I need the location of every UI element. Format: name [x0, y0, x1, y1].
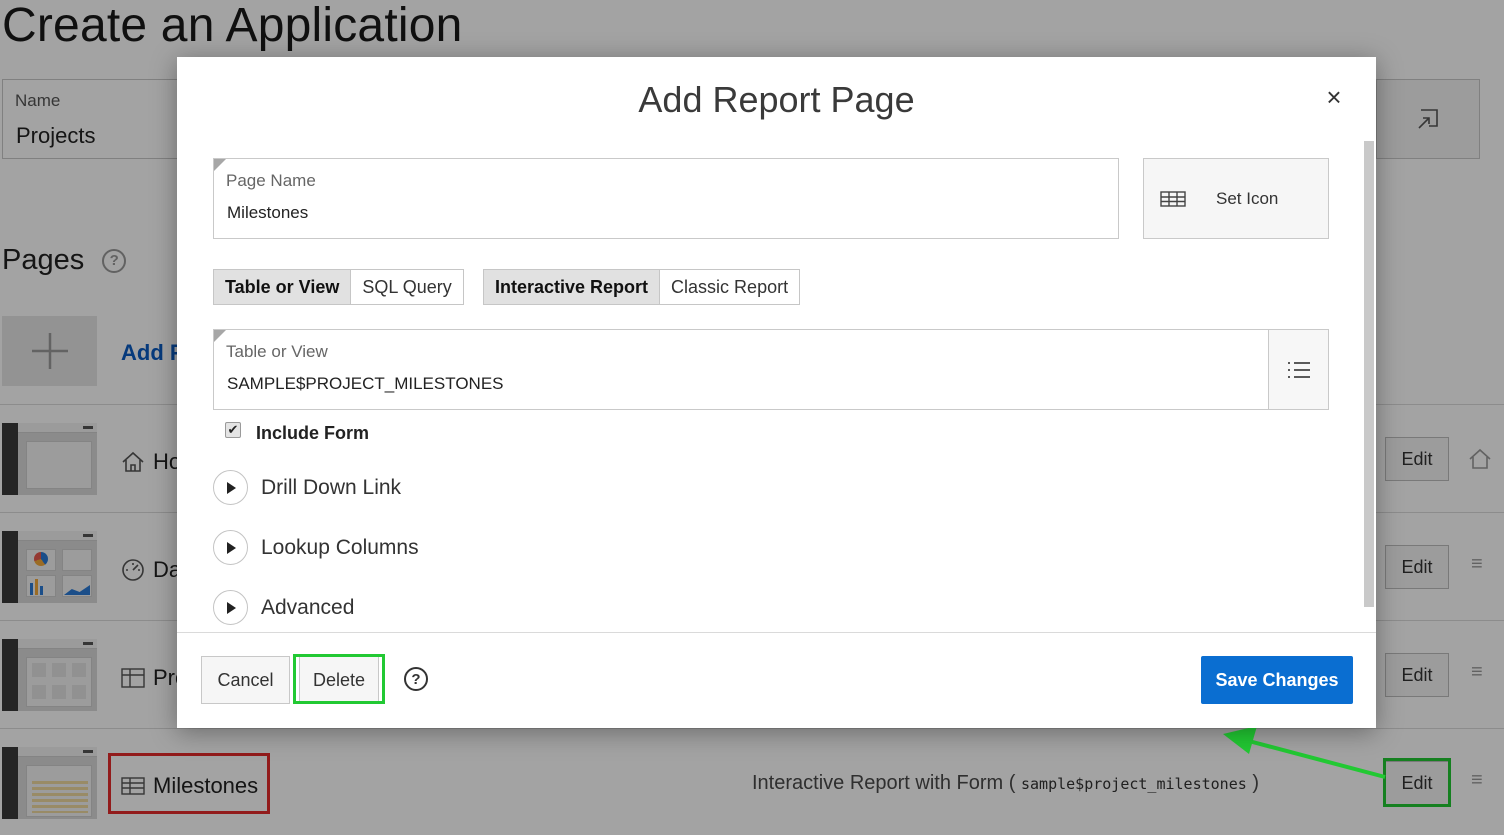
- table-or-view-input[interactable]: SAMPLE$PROJECT_MILESTONES: [227, 374, 504, 394]
- set-icon-button[interactable]: Set Icon: [1143, 158, 1329, 239]
- save-changes-button[interactable]: Save Changes: [1201, 656, 1353, 704]
- include-form-label: Include Form: [256, 423, 370, 443]
- drill-down-link-section[interactable]: Drill Down Link: [213, 470, 401, 505]
- tab-classic-report[interactable]: Classic Report: [660, 270, 799, 304]
- footer-divider: [177, 632, 1376, 633]
- help-icon[interactable]: ?: [404, 667, 428, 691]
- section-label: Lookup Columns: [261, 535, 419, 559]
- section-label: Advanced: [261, 595, 355, 619]
- page-name-label: Page Name: [226, 171, 316, 190]
- tab-table-or-view[interactable]: Table or View: [214, 270, 352, 304]
- cancel-button[interactable]: Cancel: [201, 656, 290, 704]
- expand-arrow-icon[interactable]: [213, 470, 248, 505]
- report-type-toggle[interactable]: Interactive Report Classic Report: [483, 269, 801, 305]
- expand-arrow-icon[interactable]: [213, 590, 248, 625]
- source-type-toggle[interactable]: Table or View SQL Query: [213, 269, 464, 305]
- expand-arrow-icon[interactable]: [213, 530, 248, 565]
- table-or-view-field[interactable]: Table or View SAMPLE$PROJECT_MILESTONES: [213, 329, 1329, 410]
- section-label: Drill Down Link: [261, 475, 402, 499]
- list-icon: [1287, 361, 1310, 378]
- highlight-delete-box: [293, 654, 385, 704]
- page-name-input[interactable]: Milestones: [227, 203, 308, 223]
- table-or-view-label: Table or View: [226, 342, 328, 361]
- close-icon[interactable]: ×: [1320, 82, 1348, 112]
- list-picker-button[interactable]: [1268, 330, 1328, 409]
- dialog-scrollbar[interactable]: [1364, 141, 1374, 607]
- dialog-title: Add Report Page: [638, 79, 915, 120]
- tab-interactive-report[interactable]: Interactive Report: [484, 270, 661, 304]
- tab-sql-query[interactable]: SQL Query: [351, 270, 462, 304]
- include-form-checkbox[interactable]: ✔: [225, 422, 241, 438]
- set-icon-label: Set Icon: [1216, 188, 1279, 208]
- add-report-page-dialog: Add Report Page × Page Name Milestones S…: [177, 57, 1376, 728]
- table-icon: [1160, 190, 1186, 207]
- arrow-annotation-icon: [1223, 726, 1386, 779]
- advanced-section[interactable]: Advanced: [213, 590, 354, 625]
- page-name-field[interactable]: Page Name Milestones: [213, 158, 1119, 239]
- lookup-columns-section[interactable]: Lookup Columns: [213, 530, 419, 565]
